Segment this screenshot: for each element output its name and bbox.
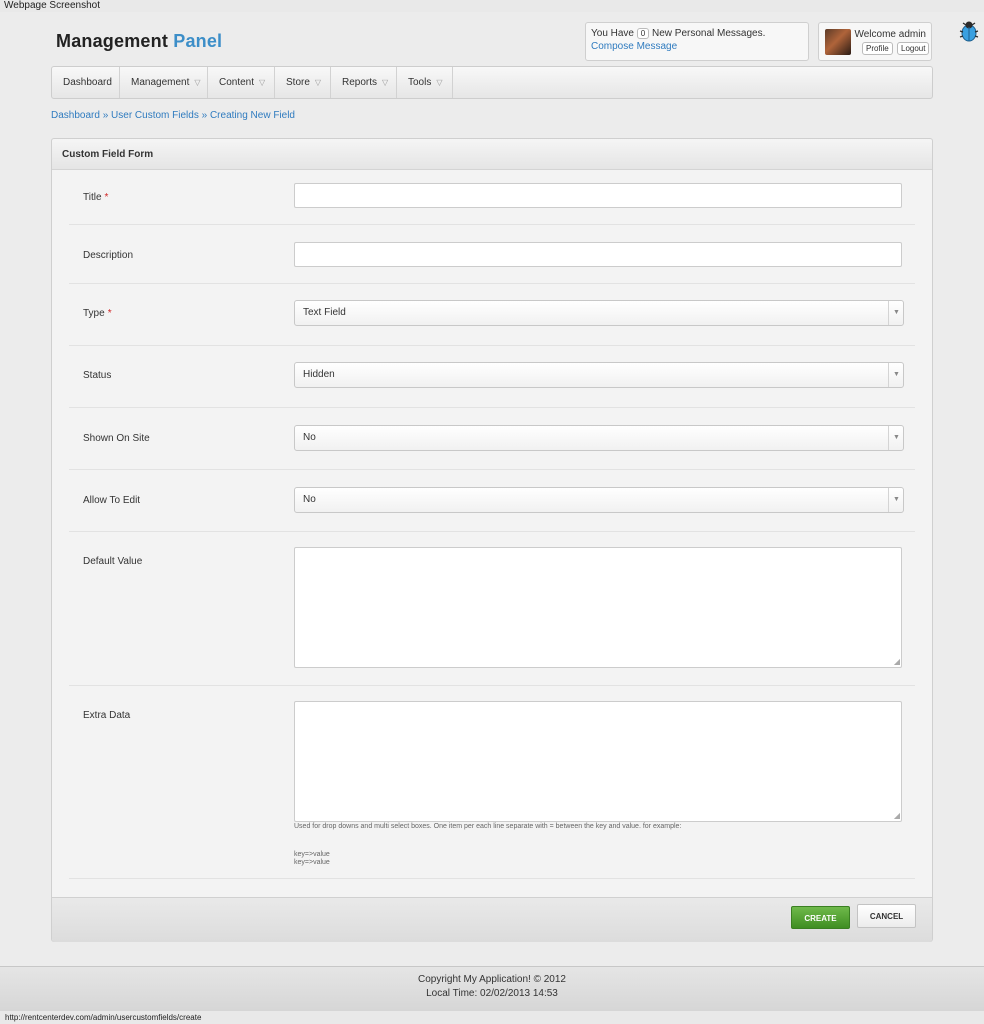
nav-label: Tools [408,77,432,88]
title-label-text: Title [83,192,102,203]
nav-item-store[interactable]: Store ▽ [275,67,331,98]
resize-grip-icon[interactable]: ◢ [894,811,900,820]
brand-accent: Panel [173,31,223,51]
capture-title: Webpage Screenshot [4,0,100,11]
logout-button[interactable]: Logout [897,42,930,55]
title-label: Title * [83,192,108,203]
chevron-down-icon: ▼ [893,309,900,316]
type-label: Type * [83,308,112,319]
nav-label: Store [286,77,310,88]
profile-button[interactable]: Profile [862,42,893,55]
example-line: key=>value [294,851,330,858]
select-arrow: ▼ [888,426,903,450]
example-line: key=>value [294,859,330,866]
chevron-down-icon: ▽ [314,78,322,87]
avatar[interactable] [825,29,851,55]
select-arrow: ▼ [888,488,903,512]
row-divider [69,531,915,532]
required-mark: * [107,308,112,319]
row-divider [69,345,915,346]
nav-label: Dashboard [63,77,112,88]
chevron-down-icon: ▼ [893,371,900,378]
panel-title: Custom Field Form [62,149,154,160]
required-mark: * [104,192,109,203]
default-value-label: Default Value [83,556,143,567]
messages-prefix: You Have [591,28,634,39]
extra-data-example: key=>value key=>value [294,851,330,867]
chevron-down-icon: ▽ [382,78,389,87]
user-box: Welcome admin Profile Logout [818,22,932,61]
chevron-down-icon: ▼ [893,434,900,441]
chevron-down-icon: ▼ [893,496,900,503]
allow-to-edit-label: Allow To Edit [83,495,141,506]
messages-box: You Have 0 New Personal Messages. Compos… [585,22,809,61]
nav-item-dashboard[interactable]: Dashboard [52,67,120,98]
allow-to-edit-select[interactable]: No ▼ [294,487,904,513]
footer: Copyright My Application! © 2012 Local T… [0,966,984,1011]
messages-suffix: New Personal Messages. [652,28,766,39]
row-divider [69,685,915,686]
nav-label: Management [131,77,190,88]
allow-to-edit-select-value: No [303,494,316,505]
bug-icon[interactable] [959,20,979,42]
brand-main: Management [56,31,169,51]
resize-grip-icon[interactable]: ◢ [894,657,900,666]
description-label: Description [83,250,134,261]
select-arrow: ▼ [888,301,903,325]
shown-on-site-select-value: No [303,432,316,443]
type-label-text: Type [83,308,105,319]
extra-data-label: Extra Data [83,710,131,721]
extra-data-textarea[interactable]: ◢ [294,701,902,822]
extra-data-hint: Used for drop downs and multi select box… [294,823,682,830]
status-select[interactable]: Hidden ▼ [294,362,904,388]
title-input[interactable] [294,183,902,208]
nav-label: Reports [342,77,378,88]
status-select-value: Hidden [303,369,335,380]
chevron-down-icon: ▽ [194,78,201,87]
copyright-text: Copyright My Application! © 2012 [417,974,566,985]
welcome-text: Welcome admin [854,29,926,40]
row-divider [69,407,915,408]
create-button[interactable]: CREATE [791,906,850,929]
nav-item-management[interactable]: Management ▽ [120,67,208,98]
custom-field-form: Custom Field Form Title * Description Typ… [51,138,933,942]
nav-item-tools[interactable]: Tools ▽ [397,67,453,98]
local-time-text: Local Time: 02/02/2013 14:53 [426,988,558,999]
shown-on-site-select[interactable]: No ▼ [294,425,904,451]
messages-count-badge: 0 [636,28,650,39]
breadcrumb[interactable]: Dashboard » User Custom Fields » Creatin… [51,110,295,121]
type-select[interactable]: Text Field ▼ [294,300,904,326]
status-label: Status [83,370,112,381]
nav-label: Content [219,77,255,88]
panel-header: Custom Field Form [52,139,932,170]
type-select-value: Text Field [303,307,346,318]
row-divider [69,469,915,470]
select-arrow: ▼ [888,363,903,387]
capture-url: http://rentcenterdev.com/admin/usercusto… [5,1013,202,1022]
main-nav: Dashboard Management ▽ Content ▽ Store ▽ Re… [51,66,933,99]
compose-message-link[interactable]: Compose Message [591,41,803,52]
row-divider [69,878,915,879]
default-value-textarea[interactable]: ◢ [294,547,902,668]
cancel-button[interactable]: CANCEL [857,904,916,928]
chevron-down-icon: ▽ [436,78,443,87]
messages-line: You Have 0 New Personal Messages. [591,28,803,39]
row-divider [69,283,915,284]
nav-item-content[interactable]: Content ▽ [208,67,275,98]
brand-logo[interactable]: Management Panel [56,31,222,52]
chevron-down-icon: ▽ [259,78,266,87]
shown-on-site-label: Shown On Site [83,433,150,444]
description-input[interactable] [294,242,902,267]
nav-item-reports[interactable]: Reports ▽ [331,67,397,98]
row-divider [69,224,915,225]
